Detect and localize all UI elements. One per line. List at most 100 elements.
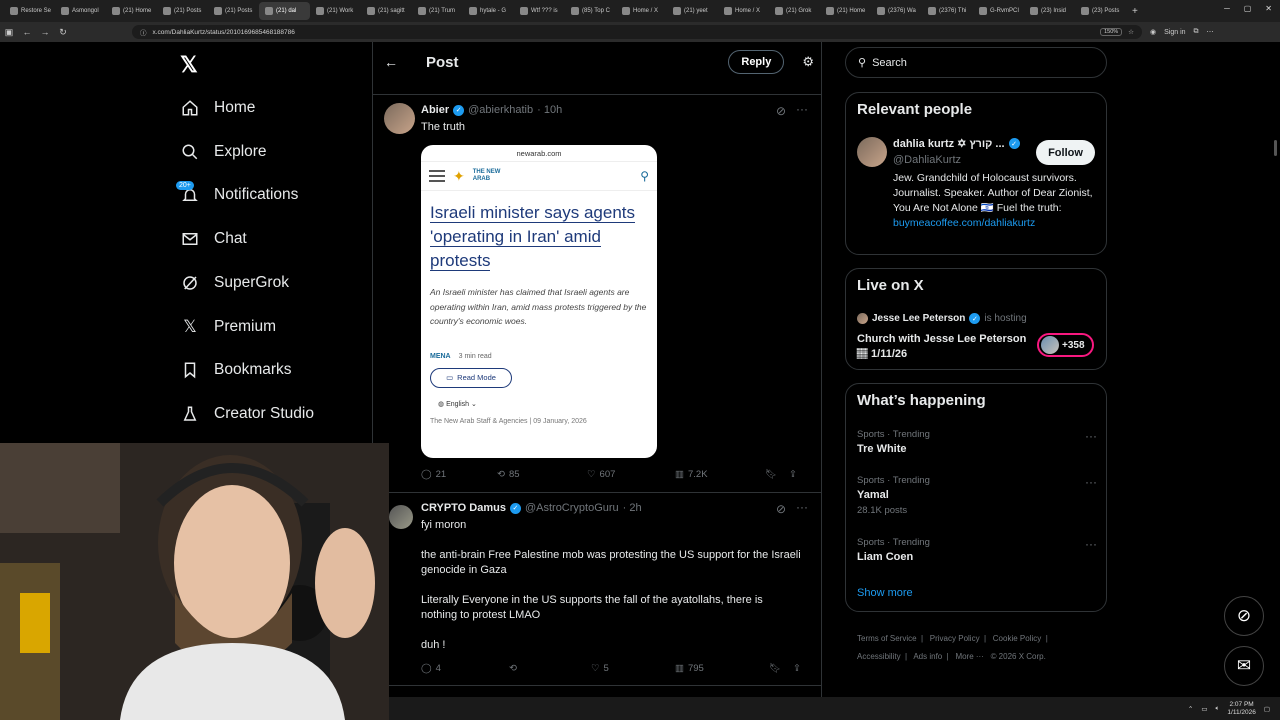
- live-event-title[interactable]: Church with Jesse Lee Peterson 🏽 1/11/26: [857, 332, 1027, 362]
- footer-link[interactable]: Accessibility: [857, 652, 901, 661]
- repost-action[interactable]: ⟲ 85: [497, 469, 587, 480]
- menu-icon[interactable]: ⋯: [1207, 28, 1214, 36]
- browser-tab[interactable]: (21) Home: [106, 2, 157, 20]
- author-name[interactable]: CRYPTO Damus: [421, 502, 506, 514]
- reply-action[interactable]: ◯ 4: [421, 663, 509, 674]
- trend-item[interactable]: Sports · Trending Tre White ···: [857, 429, 1097, 455]
- more-options-icon[interactable]: ···: [1085, 429, 1097, 443]
- bookmark-icon[interactable]: 🔖︎: [765, 469, 789, 480]
- browser-tab[interactable]: (21) Grok: [769, 2, 820, 20]
- notifications-tray-icon[interactable]: ▢: [1264, 705, 1270, 713]
- like-action[interactable]: ♡ 607: [587, 469, 675, 480]
- post-time[interactable]: · 10h: [537, 104, 562, 116]
- sidebar-toggle-icon[interactable]: ▣: [0, 27, 18, 38]
- close-icon[interactable]: ✕: [1265, 4, 1272, 13]
- new-tab-button[interactable]: +: [1132, 6, 1138, 17]
- post-time[interactable]: · 2h: [623, 502, 642, 514]
- show-more-link[interactable]: Show more: [857, 587, 913, 599]
- zoom-level[interactable]: 150%: [1100, 28, 1123, 36]
- author-handle[interactable]: @abierkhatib: [468, 104, 533, 116]
- browser-tab[interactable]: Wtf ??? is: [514, 2, 565, 20]
- back-arrow-icon[interactable]: ←: [384, 54, 404, 70]
- nav-item-creator-studio[interactable]: Creator Studio: [180, 402, 314, 426]
- favorite-icon[interactable]: ☆: [1128, 28, 1134, 36]
- relevant-person-name[interactable]: dahlia kurtz ✡ קורץ ...: [893, 137, 1005, 150]
- reload-icon[interactable]: ↻: [54, 27, 72, 38]
- minimize-icon[interactable]: ─: [1224, 4, 1230, 13]
- maximize-icon[interactable]: ▢: [1244, 4, 1252, 13]
- browser-tab[interactable]: hytale - G: [463, 2, 514, 20]
- footer-link[interactable]: Ads info: [913, 652, 942, 661]
- nav-item-notifications[interactable]: Notifications: [180, 183, 298, 207]
- nav-item-supergrok[interactable]: SuperGrok: [180, 271, 289, 295]
- nav-item-chat[interactable]: Chat: [180, 227, 247, 251]
- browser-tab[interactable]: (21) Home: [820, 2, 871, 20]
- browser-tab[interactable]: (21) Posts: [208, 2, 259, 20]
- footer-link[interactable]: Privacy Policy: [930, 634, 980, 643]
- browser-tab[interactable]: (21) yeet: [667, 2, 718, 20]
- reply-action[interactable]: ◯ 21: [421, 469, 497, 480]
- trend-item[interactable]: Sports · Trending Yamal 28.1K posts ···: [857, 475, 1097, 516]
- browser-tab[interactable]: (21) Trum: [412, 2, 463, 20]
- sign-in-link[interactable]: Sign in: [1164, 29, 1185, 36]
- profile-icon[interactable]: ◉: [1150, 28, 1156, 36]
- live-host-name[interactable]: Jesse Lee Peterson: [872, 313, 965, 324]
- browser-tab[interactable]: (23) Insid: [1024, 2, 1075, 20]
- browser-tab[interactable]: (21) Posts: [157, 2, 208, 20]
- x-logo-icon[interactable]: 𝕏: [180, 52, 198, 78]
- views-action[interactable]: ▥ 7.2K: [675, 469, 765, 480]
- more-options-icon[interactable]: ···: [1085, 475, 1097, 489]
- share-icon[interactable]: ⇪: [793, 663, 801, 674]
- bookmark-icon[interactable]: 🔖︎: [769, 663, 793, 674]
- url-field[interactable]: ⓘ x.com/DahliaKurtz/status/2010169685468…: [132, 25, 1142, 39]
- avatar[interactable]: [389, 505, 413, 529]
- footer-link[interactable]: Terms of Service: [857, 634, 917, 643]
- browser-tab[interactable]: Home / X: [718, 2, 769, 20]
- volume-icon[interactable]: 🔈︎: [1216, 705, 1220, 713]
- messages-fab-icon[interactable]: ✉: [1224, 646, 1264, 686]
- browser-tab[interactable]: (21) dal: [259, 2, 310, 20]
- nav-item-premium[interactable]: 𝕏 Premium: [180, 315, 276, 339]
- extensions-icon[interactable]: ⧉: [1194, 28, 1199, 36]
- relevant-person-handle[interactable]: @DahliaKurtz: [893, 154, 961, 166]
- more-options-icon[interactable]: ···: [796, 102, 808, 116]
- grok-icon[interactable]: ⊘: [776, 502, 786, 516]
- browser-tab[interactable]: (2376) Wa: [871, 2, 922, 20]
- browser-tab[interactable]: (2376) Thi: [922, 2, 973, 20]
- views-action[interactable]: ▥ 795: [675, 663, 769, 674]
- reply-button[interactable]: Reply: [728, 50, 785, 74]
- browser-tab[interactable]: G-RvmPCI: [973, 2, 1024, 20]
- taskbar-clock[interactable]: 2:07 PM 1/11/2026: [1227, 701, 1255, 717]
- share-icon[interactable]: ⇪: [789, 469, 797, 480]
- browser-tab[interactable]: Restore Se: [4, 2, 55, 20]
- article-image[interactable]: newarab.com ✦ THE NEW ARAB ⚲ Israeli min…: [421, 145, 657, 458]
- avatar[interactable]: [384, 103, 415, 134]
- more-options-icon[interactable]: ···: [1085, 537, 1097, 551]
- browser-tab[interactable]: (21) sagitt: [361, 2, 412, 20]
- search-input[interactable]: ⚲ Search: [845, 47, 1107, 78]
- site-info-icon[interactable]: ⓘ: [140, 27, 147, 37]
- browser-tab[interactable]: Home / X: [616, 2, 667, 20]
- tray-chevron-icon[interactable]: ⌃: [1188, 705, 1193, 713]
- grok-icon[interactable]: ⊘: [776, 104, 786, 118]
- browser-tab[interactable]: (85) Top C: [565, 2, 616, 20]
- scrollbar-thumb[interactable]: [1274, 140, 1277, 156]
- bio-link[interactable]: buymeacoffee.com/dahliakurtz: [893, 217, 1035, 229]
- grok-fab-icon[interactable]: ⊘: [1224, 596, 1264, 636]
- filter-icon[interactable]: ⚙: [802, 54, 814, 70]
- footer-link[interactable]: Cookie Policy: [993, 634, 1041, 643]
- browser-tab[interactable]: (21) Work: [310, 2, 361, 20]
- browser-tab[interactable]: Asmongol: [55, 2, 106, 20]
- back-icon[interactable]: ←: [18, 27, 36, 37]
- browser-tab[interactable]: (23) Posts: [1075, 2, 1126, 20]
- repost-action[interactable]: ⟲: [509, 663, 591, 674]
- follow-button[interactable]: Follow: [1036, 140, 1095, 165]
- author-handle[interactable]: @AstroCryptoGuru: [525, 502, 619, 514]
- forward-icon[interactable]: →: [36, 27, 54, 37]
- trend-item[interactable]: Sports · Trending Liam Coen ···: [857, 537, 1097, 563]
- nav-item-home[interactable]: Home: [180, 96, 255, 120]
- network-icon[interactable]: ▭: [1201, 705, 1207, 713]
- nav-item-bookmarks[interactable]: Bookmarks: [180, 358, 292, 382]
- author-name[interactable]: Abier: [421, 104, 449, 116]
- nav-item-explore[interactable]: Explore: [180, 140, 267, 164]
